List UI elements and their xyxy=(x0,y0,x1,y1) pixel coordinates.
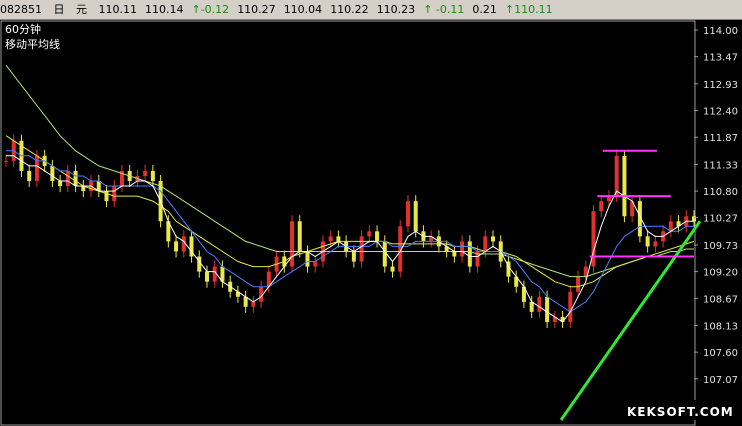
candle-body xyxy=(545,296,550,322)
y-tick-label: 107.07 xyxy=(703,375,738,386)
quote-value: 110.14 xyxy=(145,3,184,16)
candle-body xyxy=(297,221,302,252)
y-tick-label: 107.60 xyxy=(703,348,738,359)
candle-body xyxy=(405,201,410,227)
candle-body xyxy=(452,251,457,257)
candle-body xyxy=(313,261,318,267)
candle-body xyxy=(483,236,488,252)
candle-body xyxy=(413,201,418,232)
price-chart: 114.00 113.47 112.93 112.40 111.87 111.33 110.… xyxy=(0,20,742,426)
candle-body xyxy=(645,236,650,247)
candle-body xyxy=(290,221,295,267)
quote-value: ↑-0.12 xyxy=(191,3,230,16)
candle-body xyxy=(150,170,155,182)
quote-value: ↑ -0.11 xyxy=(423,3,465,16)
candle-body xyxy=(204,271,209,282)
candle-body xyxy=(58,181,63,187)
y-tick-label: 110.27 xyxy=(703,214,738,225)
candle-body xyxy=(367,231,372,237)
candle-body xyxy=(4,160,8,162)
y-tick-label: 111.33 xyxy=(703,160,738,171)
quote-bar: 082851 日 元 110.11 110.14 ↑-0.12 110.27 110.0… xyxy=(0,0,742,20)
chart-background xyxy=(0,20,742,426)
candle-body xyxy=(460,241,465,257)
candle-body xyxy=(351,251,356,262)
candle-body xyxy=(529,301,534,312)
candle-body xyxy=(375,231,380,242)
y-tick-label: 108.13 xyxy=(703,321,738,332)
candle-body xyxy=(104,191,109,202)
candle-body xyxy=(50,165,55,182)
watermark: KEKSOFT.COM xyxy=(627,405,734,419)
candle-body xyxy=(96,181,101,192)
candle-body xyxy=(467,241,472,267)
candle-body xyxy=(27,170,32,182)
candle-body xyxy=(653,241,658,247)
candle-body xyxy=(491,236,496,242)
y-tick-label: 113.47 xyxy=(703,53,738,64)
candle-body xyxy=(692,216,696,222)
candle-body xyxy=(336,236,341,242)
stock-code: 082851 xyxy=(0,3,42,16)
quote-value: 110.27 xyxy=(237,3,276,16)
candle-body xyxy=(622,155,627,217)
quote-value: 110.22 xyxy=(330,3,369,16)
y-tick-label: 110.80 xyxy=(703,187,738,198)
quote-value: 110.23 xyxy=(376,3,416,16)
y-tick-label: 109.73 xyxy=(703,241,738,252)
chart-title: 60分钟 xyxy=(5,22,41,36)
candle-body xyxy=(305,251,310,267)
candle-body xyxy=(328,236,333,242)
candle-body xyxy=(251,301,256,307)
candle-body xyxy=(576,276,581,292)
quote-value: 110.11 xyxy=(98,3,138,16)
quote-values: 110.11 110.14 ↑-0.12 110.27 110.04 110.22 110.… xyxy=(99,0,561,19)
candle-body xyxy=(568,291,573,322)
candle-body xyxy=(537,296,542,312)
candle-body xyxy=(65,170,70,187)
unit-label: 元 xyxy=(76,3,87,16)
y-tick-label: 109.20 xyxy=(703,268,738,279)
candle-body xyxy=(143,170,148,176)
candle-body xyxy=(174,241,179,252)
candle-body xyxy=(390,266,395,272)
candle-body xyxy=(599,201,604,212)
quote-value: 0.21 xyxy=(472,3,497,16)
indicator-label: 移动平均线 xyxy=(5,37,60,51)
quote-value: ↑110.11 xyxy=(504,3,553,16)
quote-value: 110.04 xyxy=(283,3,323,16)
candle-body xyxy=(614,155,619,197)
candle-body xyxy=(359,236,364,262)
y-tick-label: 108.67 xyxy=(703,294,738,305)
y-tick-label: 114.00 xyxy=(703,26,738,37)
y-tick-label: 111.87 xyxy=(703,133,738,144)
period-label: 日 xyxy=(53,3,65,16)
candle-body xyxy=(112,186,117,202)
y-tick-label: 112.93 xyxy=(703,80,738,91)
candle-body xyxy=(73,170,78,187)
y-tick-label: 112.40 xyxy=(703,107,738,118)
